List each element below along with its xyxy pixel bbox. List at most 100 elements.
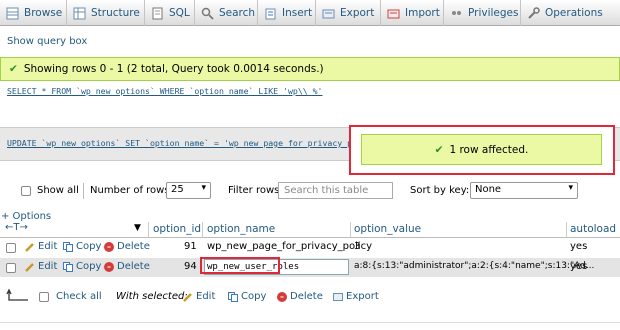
tab-label: Export: [340, 7, 375, 19]
tab-privileges[interactable]: Privileges: [444, 0, 521, 26]
column-header-option-value[interactable]: option_value: [354, 223, 421, 235]
import-icon: [387, 7, 400, 20]
bulk-edit-label: Edit: [196, 291, 216, 302]
tab-label: SQL: [169, 7, 190, 19]
header-divider: [202, 222, 203, 238]
show-all-checkbox[interactable]: [21, 186, 31, 196]
number-of-rows-select[interactable]: 25 ▾: [166, 182, 211, 199]
show-query-box-link[interactable]: Show query box: [7, 36, 87, 47]
cell-autoload[interactable]: yes: [570, 261, 587, 272]
success-text: Showing rows 0 - 1 (2 total, Query took …: [23, 63, 324, 75]
row-checkbox[interactable]: [6, 243, 16, 253]
export-icon: [322, 7, 335, 20]
chevron-down-icon: ▾: [201, 183, 206, 193]
column-header-autoload[interactable]: autoload: [570, 223, 616, 235]
privileges-icon: [450, 7, 463, 20]
copy-icon: [63, 261, 73, 272]
sql-query[interactable]: SELECT * FROM `wp_new_options` WHERE `op…: [7, 86, 322, 96]
tab-label: Browse: [24, 7, 63, 19]
copy-action[interactable]: Copy: [63, 241, 101, 252]
export-icon: [333, 292, 343, 302]
delete-action[interactable]: – Delete: [104, 261, 150, 272]
column-header-option-id[interactable]: option_id: [153, 223, 201, 235]
bulk-actions-bar: Check all With selected: Edit Copy – Del…: [0, 288, 620, 308]
chevron-down-icon: ▾: [568, 183, 573, 193]
tab-search[interactable]: Search: [195, 0, 258, 26]
bulk-copy-label: Copy: [241, 291, 267, 302]
cell-option-value[interactable]: a:8:{s:13:"administrator";a:2:{s:4:"name…: [354, 261, 594, 271]
bulk-edit-button[interactable]: Edit: [183, 291, 215, 302]
pencil-icon: [25, 262, 35, 272]
insert-icon: [264, 7, 277, 20]
tab-label: Search: [219, 7, 256, 19]
delete-icon: –: [104, 241, 114, 252]
header-divider: [350, 222, 351, 238]
tab-insert[interactable]: Insert: [258, 0, 316, 26]
tab-export[interactable]: Export: [316, 0, 381, 26]
divider: [0, 322, 620, 323]
edit-action[interactable]: Edit: [25, 241, 57, 252]
tab-structure[interactable]: Structure: [67, 0, 145, 26]
filter-placeholder: Search this table: [284, 185, 369, 196]
delete-label: Delete: [117, 261, 150, 272]
search-icon: [201, 7, 214, 20]
delete-action[interactable]: – Delete: [104, 241, 150, 252]
copy-label: Copy: [76, 261, 102, 272]
copy-icon: [228, 291, 238, 302]
header-divider: [566, 222, 567, 238]
column-header-option-name[interactable]: option_name: [207, 223, 275, 235]
table-row: Edit Copy – Delete 91 wp_new_page_for_pr…: [0, 238, 620, 257]
option-name-highlight-box: [200, 257, 280, 274]
arrow-up-left-icon: [6, 288, 30, 307]
delete-icon: –: [277, 291, 287, 302]
success-message: ✔ Showing rows 0 - 1 (2 total, Query too…: [0, 57, 620, 81]
column-nav-arrows-icon[interactable]: ←T→: [5, 222, 28, 233]
browse-icon: [6, 7, 19, 20]
number-of-rows-label: Number of rows:: [90, 185, 173, 196]
edit-label: Edit: [38, 241, 58, 252]
check-all-checkbox[interactable]: [39, 292, 49, 302]
tab-import[interactable]: Import: [381, 0, 444, 26]
tab-sql[interactable]: SQL: [145, 0, 195, 26]
structure-icon: [73, 7, 86, 20]
table-controls: Show all Number of rows: 25 ▾ Filter row…: [0, 181, 620, 201]
checkmark-icon: ✔: [9, 63, 18, 75]
bulk-delete-label: Delete: [290, 291, 323, 302]
tab-label: Structure: [91, 7, 140, 19]
tab-browse[interactable]: Browse: [0, 0, 67, 26]
copy-action[interactable]: Copy: [63, 261, 101, 272]
tab-label: Insert: [282, 7, 313, 19]
cell-option-id: 91: [184, 241, 197, 252]
tab-bar: Browse Structure SQL Search Insert Expor…: [0, 0, 620, 26]
copy-icon: [63, 241, 73, 252]
cell-option-value[interactable]: 3: [354, 241, 360, 252]
check-all-label[interactable]: Check all: [56, 291, 102, 302]
tab-operations[interactable]: Operations: [521, 0, 620, 26]
row-checkbox[interactable]: [6, 263, 16, 273]
wrench-icon: [527, 6, 540, 20]
bulk-export-label: Export: [346, 291, 379, 302]
copy-label: Copy: [76, 241, 102, 252]
cell-option-id: 94: [184, 261, 197, 272]
number-of-rows-value: 25: [171, 184, 184, 195]
checkmark-icon: ✔: [434, 143, 444, 156]
delete-label: Delete: [117, 241, 150, 252]
affected-highlight-box: ✔ 1 row affected.: [349, 125, 615, 175]
cell-option-name[interactable]: wp_new_page_for_privacy_policy: [207, 241, 372, 252]
cell-autoload[interactable]: yes: [570, 241, 587, 252]
bulk-export-button[interactable]: Export: [333, 291, 379, 302]
tab-label: Import: [405, 7, 440, 19]
sort-by-key-label: Sort by key:: [410, 185, 470, 196]
options-link[interactable]: + Options: [1, 211, 51, 222]
delete-icon: –: [104, 261, 114, 272]
bulk-delete-button[interactable]: – Delete: [277, 291, 323, 302]
filter-rows-input[interactable]: Search this table: [278, 182, 393, 199]
bulk-copy-button[interactable]: Copy: [228, 291, 266, 302]
sort-by-key-select[interactable]: None ▾: [470, 182, 578, 199]
header-divider: [148, 222, 149, 238]
edit-label: Edit: [38, 261, 58, 272]
edit-action[interactable]: Edit: [25, 261, 57, 272]
sort-chevron-icon[interactable]: ▼: [134, 223, 141, 233]
sql-icon: [151, 7, 164, 20]
filter-rows-label: Filter rows:: [228, 185, 283, 196]
